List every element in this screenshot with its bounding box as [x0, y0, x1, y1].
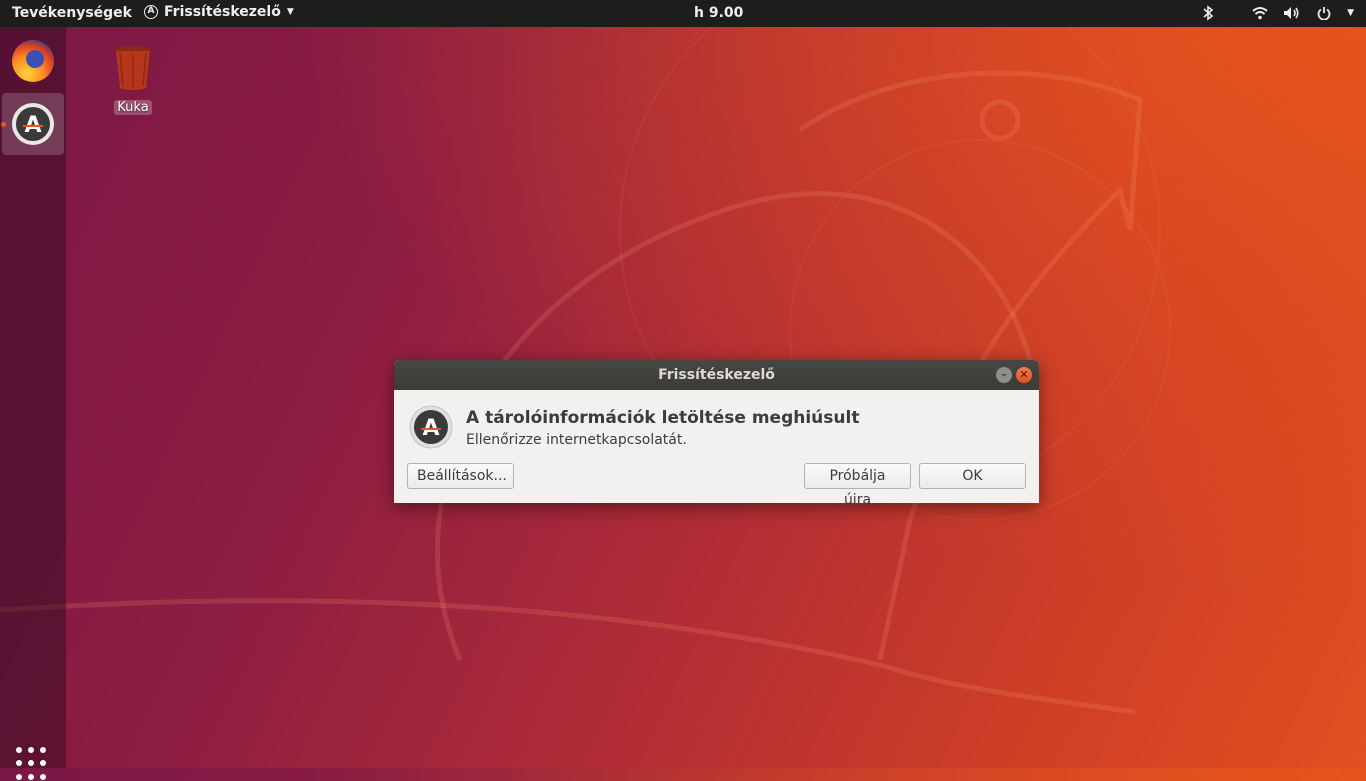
volume-icon[interactable]	[1283, 4, 1301, 22]
dialog-title: Frissítéskezelő	[658, 367, 775, 383]
close-icon[interactable]: ✕	[1016, 367, 1032, 383]
software-updater-icon: A	[12, 103, 54, 145]
settings-button[interactable]: Beállítások...	[407, 463, 514, 489]
show-applications-button[interactable]	[16, 747, 50, 781]
chevron-down-icon[interactable]: ▼	[1347, 8, 1354, 18]
top-bar: Tevékenységek A Frissítéskezelő ▼ h 9.00…	[0, 0, 1366, 27]
dock-item-firefox[interactable]	[2, 31, 64, 93]
dock-item-update-manager[interactable]: A	[1, 93, 64, 155]
retry-button[interactable]: Próbálja újra	[804, 463, 911, 503]
system-tray: ▼	[1199, 4, 1354, 22]
ok-button[interactable]: OK	[919, 463, 1026, 489]
minimize-icon[interactable]: –	[996, 367, 1012, 383]
clock[interactable]: h 9.00	[694, 5, 743, 21]
trash-icon	[115, 46, 151, 90]
desktop-icon-trash[interactable]: Kuka	[108, 44, 158, 115]
software-updater-icon: A	[144, 5, 158, 19]
app-menu[interactable]: A Frissítéskezelő ▼	[144, 4, 294, 20]
dock: A	[0, 27, 66, 780]
dialog-secondary-text: Ellenőrizze internetkapcsolatát.	[466, 432, 687, 448]
activities-button[interactable]: Tevékenységek	[12, 5, 132, 21]
app-menu-label: Frissítéskezelő	[164, 4, 281, 20]
wifi-icon[interactable]	[1251, 4, 1269, 22]
firefox-icon	[12, 40, 54, 82]
running-indicator	[1, 122, 6, 127]
desktop-icon-label: Kuka	[114, 100, 152, 115]
error-dialog: Frissítéskezelő – ✕ A A tárolóinformáció…	[394, 360, 1039, 503]
power-icon[interactable]	[1315, 4, 1333, 22]
dialog-titlebar[interactable]: Frissítéskezelő – ✕	[394, 360, 1039, 390]
software-updater-icon: A	[409, 405, 453, 449]
bluetooth-icon[interactable]	[1199, 4, 1217, 22]
chevron-down-icon: ▼	[286, 7, 294, 17]
dialog-primary-text: A tárolóinformációk letöltése meghiúsult	[466, 408, 860, 428]
